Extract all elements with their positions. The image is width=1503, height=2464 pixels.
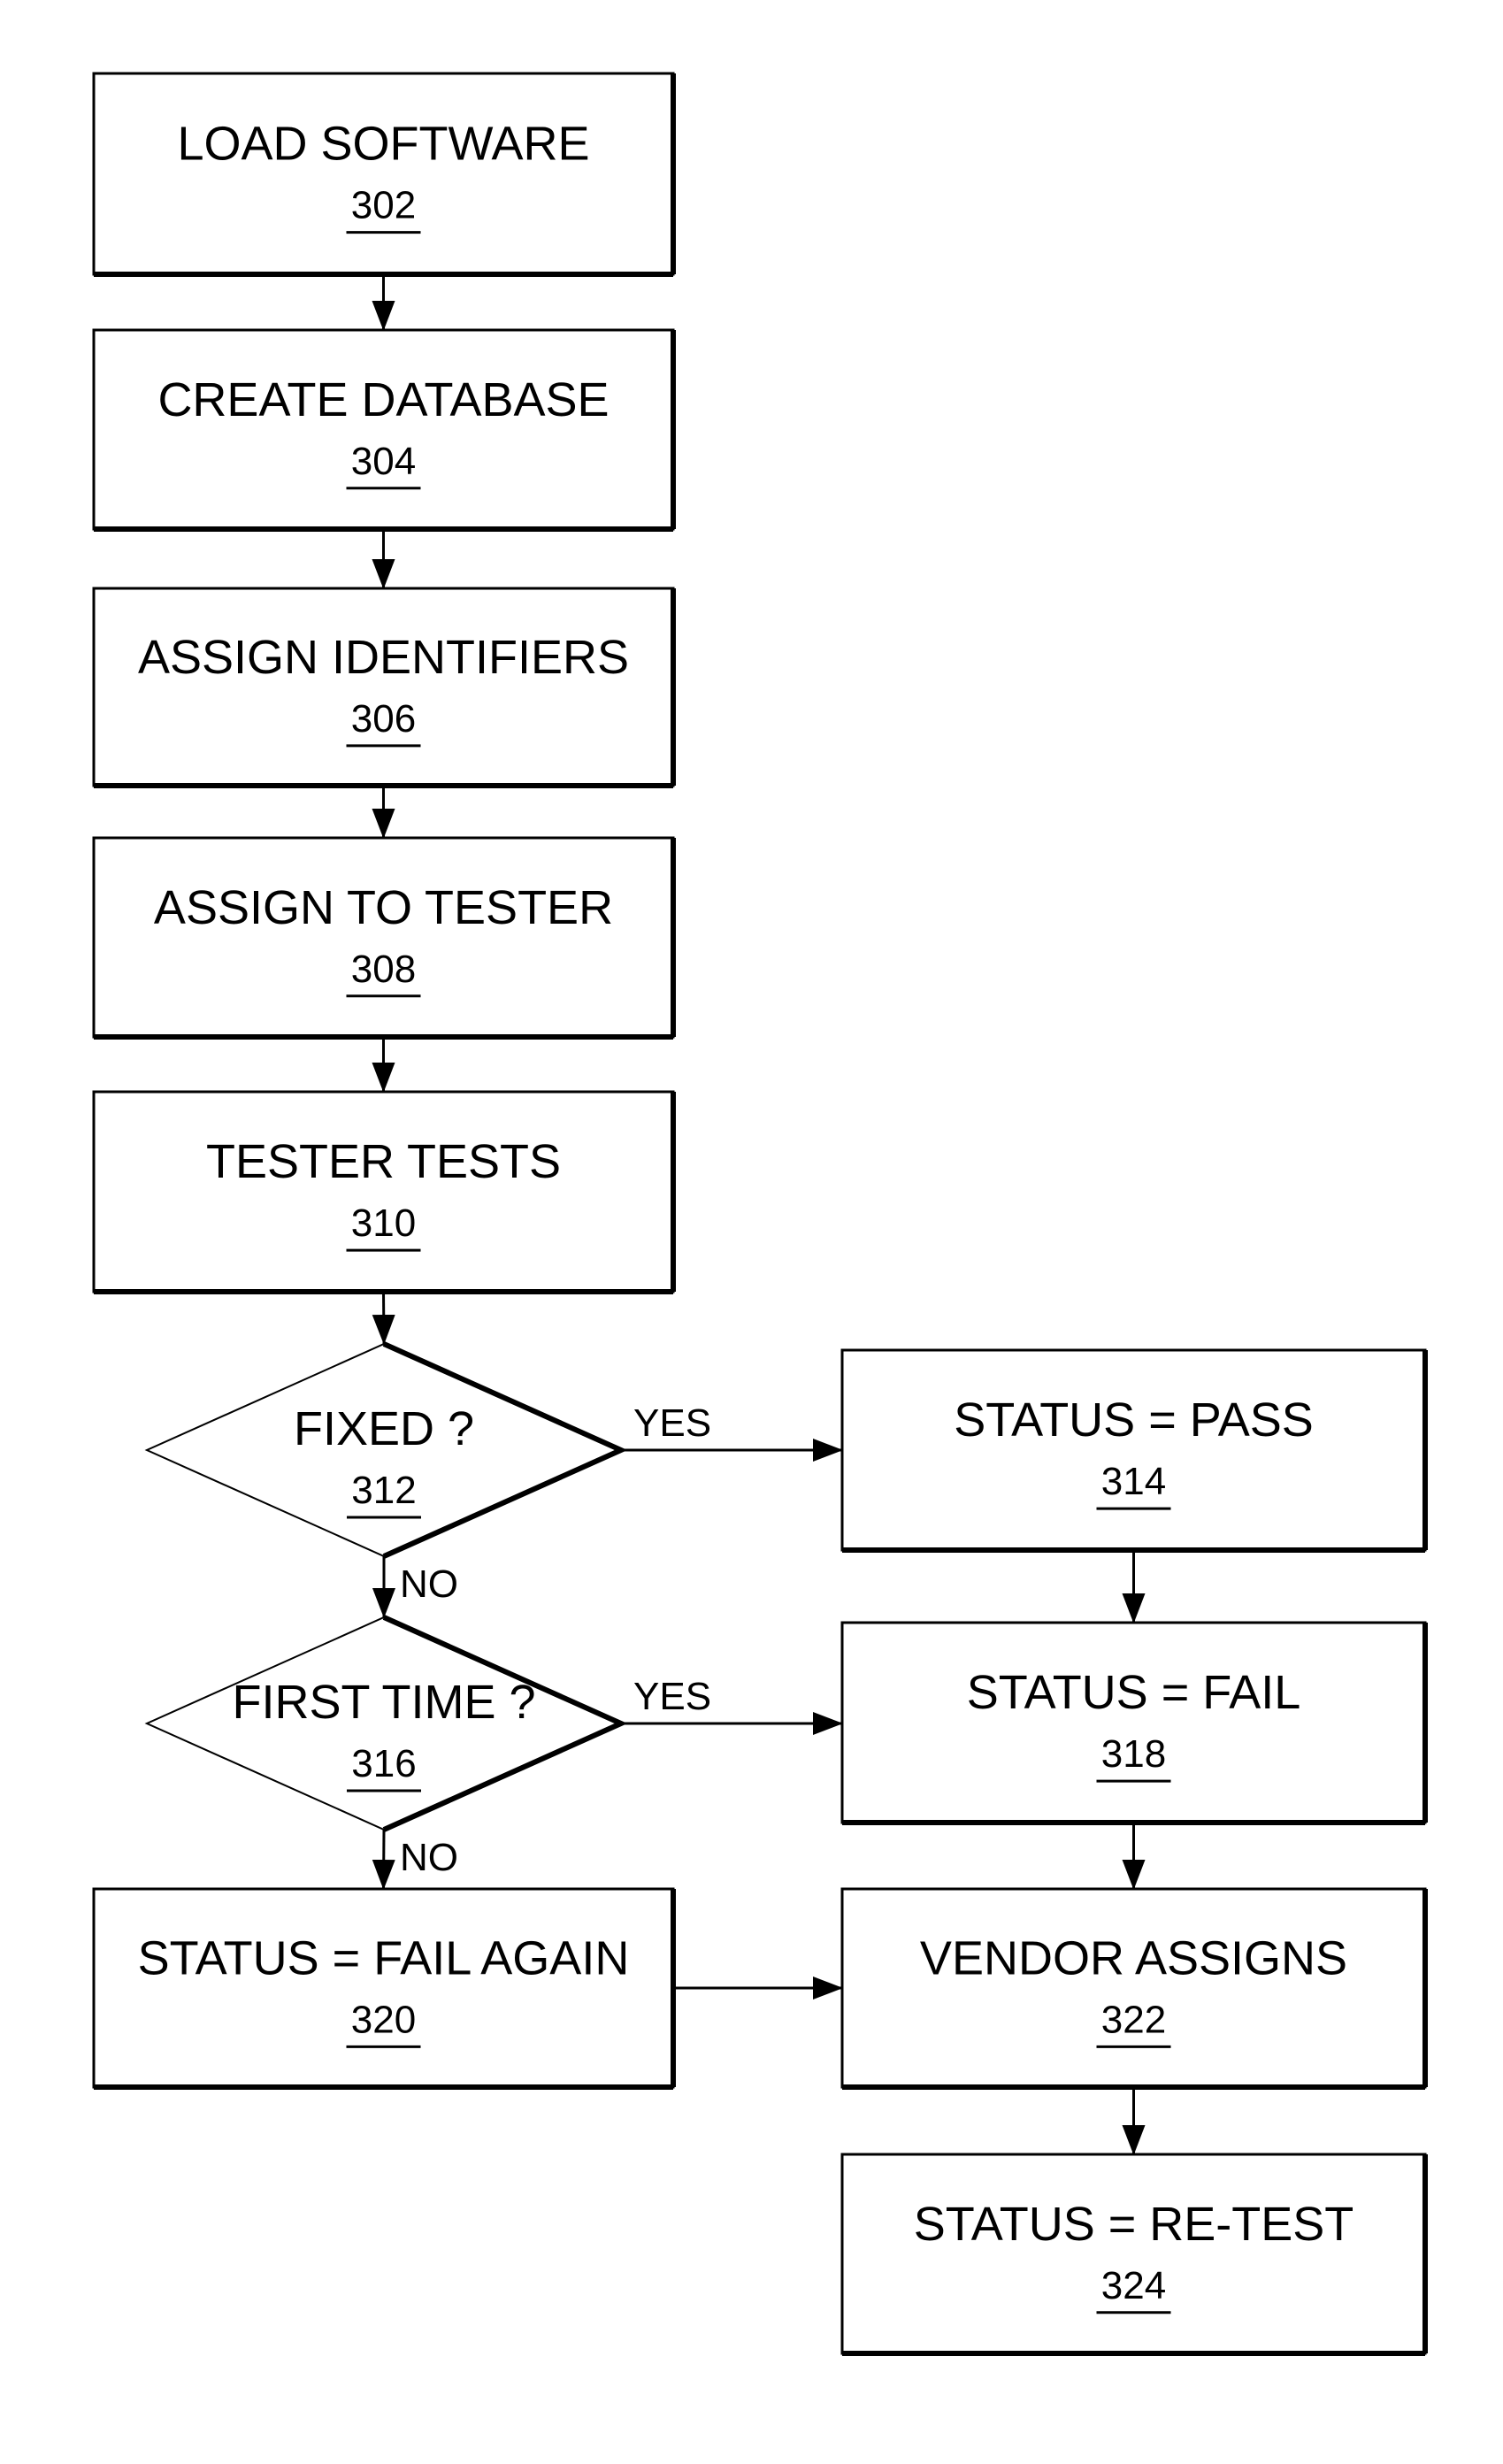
node-label: STATUS = FAIL	[967, 1666, 1301, 1719]
node-318: STATUS = FAIL 318	[840, 1621, 1428, 1825]
flowchart: YES NO YES NO LOAD SOFTWARE 302 CREATE DATABA…	[92, 72, 1428, 2356]
edge-label-yes: YES	[633, 1675, 711, 1718]
node-label: VENDOR ASSIGNS	[920, 1931, 1347, 1984]
node-ref-number: 312	[351, 1469, 416, 1512]
node-label: CREATE DATABASE	[157, 373, 609, 426]
node-320: STATUS = FAIL AGAIN 320	[92, 1887, 676, 2090]
node-ref-number: 322	[1101, 1998, 1166, 2041]
node-ref-number: 318	[1101, 1732, 1166, 1776]
edge-312-316: NO	[372, 1556, 458, 1618]
edge-310-312	[372, 1291, 395, 1345]
edge-316-318: YES	[621, 1675, 843, 1735]
process-box	[92, 1090, 675, 1293]
node-ref-number: 316	[351, 1742, 416, 1785]
process-box	[92, 836, 675, 1039]
node-302: LOAD SOFTWARE 302	[92, 72, 676, 277]
nodes: LOAD SOFTWARE 302 CREATE DATABASE 304 ASSIGN…	[92, 72, 1428, 2356]
node-306: ASSIGN IDENTIFIERS 306	[92, 587, 676, 788]
edge-label-no: NO	[400, 1836, 458, 1879]
process-box	[840, 2153, 1427, 2355]
node-ref-number: 308	[351, 948, 416, 991]
node-label: TESTER TESTS	[206, 1135, 561, 1188]
node-ref-number: 304	[351, 440, 416, 483]
node-314: STATUS = PASS 314	[840, 1348, 1428, 1553]
process-box	[92, 587, 675, 787]
node-ref-number: 306	[351, 697, 416, 741]
process-box	[840, 1348, 1427, 1552]
node-322: VENDOR ASSIGNS 322	[840, 1887, 1428, 2090]
process-box	[92, 72, 675, 276]
process-box	[840, 1887, 1427, 2089]
edge-label-no: NO	[400, 1562, 458, 1606]
node-308: ASSIGN TO TESTER 308	[92, 836, 676, 1040]
connector-arrow	[372, 1829, 395, 1890]
process-box	[92, 328, 675, 531]
node-label: STATUS = PASS	[954, 1393, 1314, 1447]
node-label: FIXED ?	[294, 1402, 474, 1455]
connector-arrow	[372, 1291, 395, 1345]
edge-316-320: NO	[372, 1829, 458, 1890]
node-ref-number: 324	[1101, 2264, 1166, 2307]
node-304: CREATE DATABASE 304	[92, 328, 676, 532]
process-box	[92, 1887, 675, 2089]
node-label: STATUS = FAIL AGAIN	[138, 1931, 630, 1984]
node-ref-number: 314	[1101, 1460, 1166, 1503]
node-label: FIRST TIME ?	[232, 1676, 535, 1729]
edge-label-yes: YES	[633, 1401, 711, 1445]
node-ref-number: 320	[351, 1998, 416, 2041]
node-316: FIRST TIME ? 316	[144, 1615, 628, 1832]
edge-312-314: YES	[621, 1401, 843, 1462]
node-label: STATUS = RE-TEST	[914, 2198, 1354, 2251]
node-ref-number: 302	[351, 184, 416, 227]
node-label: ASSIGN TO TESTER	[154, 881, 613, 934]
flowchart-canvas: YES NO YES NO LOAD SOFTWARE 302 CREATE DATABA…	[0, 0, 1503, 2464]
node-ref-number: 310	[351, 1201, 416, 1245]
process-box	[840, 1621, 1427, 1824]
node-label: ASSIGN IDENTIFIERS	[138, 631, 629, 684]
node-312: FIXED ? 312	[144, 1341, 628, 1559]
node-label: LOAD SOFTWARE	[177, 118, 589, 171]
node-310: TESTER TESTS 310	[92, 1090, 676, 1294]
node-324: STATUS = RE-TEST 324	[840, 2153, 1428, 2356]
